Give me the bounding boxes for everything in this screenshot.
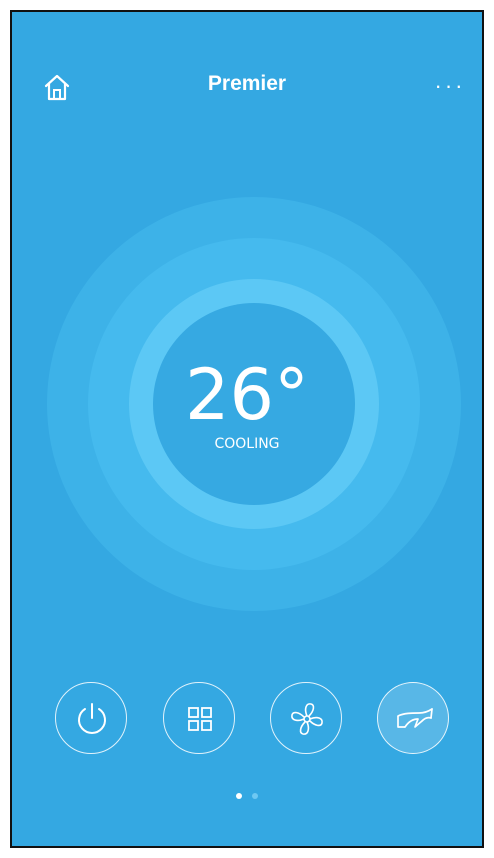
phone-frame: Premier ··· 26° COOLING <box>10 10 484 848</box>
mode-label: COOLING <box>214 436 280 452</box>
swing-icon <box>397 708 433 728</box>
swing-button[interactable] <box>377 682 449 754</box>
temperature-display: 26° <box>184 354 310 436</box>
fan-icon <box>291 703 323 735</box>
fan-speed-button[interactable] <box>270 682 342 754</box>
mode-button[interactable] <box>163 682 235 754</box>
app-screen: Premier ··· 26° COOLING <box>12 12 482 846</box>
page-dot-active[interactable] <box>235 793 242 799</box>
page-dot[interactable] <box>252 793 259 799</box>
power-button[interactable] <box>55 682 127 754</box>
more-icon: ··· <box>434 73 466 98</box>
page-indicator <box>12 786 482 799</box>
grid-icon <box>188 707 212 731</box>
power-icon <box>78 703 106 734</box>
page-title: Premier <box>207 72 287 95</box>
more-options-button[interactable]: ··· <box>430 74 470 98</box>
